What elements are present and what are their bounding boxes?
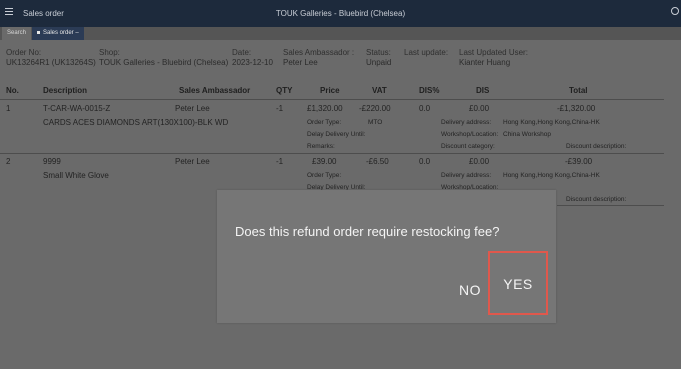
delivery-address-label: Delivery address: — [441, 172, 492, 179]
ambassador-block: Sales Ambassador : Peter Lee — [283, 48, 354, 68]
row-dis: £0.00 — [469, 104, 490, 113]
dialog-message: Does this refund order require restockin… — [235, 224, 500, 239]
date-block: Date: 2023-12-10 — [232, 48, 273, 68]
row-divider — [0, 153, 664, 154]
tab-search[interactable]: Search — [2, 27, 32, 40]
col-total: Total — [569, 86, 588, 95]
col-qty: QTY — [276, 86, 293, 95]
row-no: 1 — [6, 104, 11, 113]
col-no: No. — [6, 86, 19, 95]
ambassador-value: Peter Lee — [283, 58, 318, 67]
row-vat: -£6.50 — [366, 157, 389, 166]
last-user-value: Kianter Huang — [459, 58, 511, 67]
row-price: £1,320.00 — [307, 104, 343, 113]
yes-button[interactable]: YES — [488, 251, 548, 315]
delivery-address-value: Hong Kong,Hong Kong,China-HK — [503, 172, 600, 179]
row-ambassador: Peter Lee — [175, 157, 210, 166]
workshop-value: China Workshop — [503, 131, 551, 138]
row-price: £39.00 — [312, 157, 337, 166]
discount-description-label: Discount description: — [566, 196, 627, 203]
row-code: 9999 — [43, 157, 61, 166]
row-vat: -£220.00 — [359, 104, 391, 113]
shop-block: Shop: TOUK Galleries - Bluebird (Chelsea… — [99, 48, 228, 68]
last-update-block: Last update: — [404, 48, 448, 58]
tab-square-icon — [37, 30, 40, 34]
tab-strip: Search Sales order – — [0, 27, 681, 40]
row-qty: -1 — [276, 157, 284, 166]
title-bar: Sales order TOUK Galleries - Bluebird (C… — [0, 0, 681, 27]
remarks-label: Remarks: — [307, 143, 335, 150]
row-dis-pct: 0.0 — [419, 157, 431, 166]
delivery-address-value: Hong Kong,Hong Kong,China-HK — [503, 119, 600, 126]
row-no: 2 — [6, 157, 11, 166]
order-no-block: Order No: UK13264R1 (UK13264S) — [6, 48, 96, 68]
window-title: TOUK Galleries - Bluebird (Chelsea) — [275, 9, 406, 18]
col-price: Price — [320, 86, 340, 95]
col-description: Description — [43, 86, 88, 95]
row-dis: £0.00 — [469, 157, 490, 166]
row-code: T-CAR-WA-0015-Z — [43, 104, 111, 113]
order-type-label: Order Type: — [307, 172, 342, 179]
col-sales-ambassador: Sales Ambassador — [179, 86, 251, 95]
col-dis: DIS — [476, 86, 490, 95]
shop-label: Shop: — [99, 48, 120, 57]
tab-sales-order-label: Sales order — [43, 30, 74, 36]
delivery-address-label: Delivery address: — [441, 119, 492, 126]
header-divider — [0, 99, 664, 100]
search-icon[interactable] — [671, 7, 679, 15]
row-ambassador: Peter Lee — [175, 104, 210, 113]
last-update-label: Last update: — [404, 48, 449, 57]
workshop-label: Workshop/Location: — [441, 131, 499, 138]
tab-close-icon[interactable]: – — [75, 30, 78, 36]
order-no-value: UK13264R1 (UK13264S) — [6, 58, 96, 67]
discount-category-label: Discount category: — [441, 143, 495, 150]
last-user-block: Last Updated User: Kianter Huang — [459, 48, 528, 68]
status-value: Unpaid — [366, 58, 392, 67]
row-qty: -1 — [276, 104, 284, 113]
discount-description-label: Discount description: — [566, 143, 627, 150]
no-button[interactable]: NO — [459, 282, 481, 298]
row-divider — [557, 205, 664, 206]
last-user-label: Last Updated User: — [459, 48, 528, 57]
ambassador-label: Sales Ambassador : — [283, 48, 355, 57]
col-dis-pct: DIS% — [419, 86, 440, 95]
status-block: Status: Unpaid — [366, 48, 391, 68]
restocking-fee-dialog: Does this refund order require restockin… — [217, 190, 556, 323]
row-total: -£1,320.00 — [557, 104, 596, 113]
tab-sales-order[interactable]: Sales order – — [32, 27, 84, 40]
shop-value: TOUK Galleries - Bluebird (Chelsea) — [99, 58, 229, 67]
date-value: 2023-12-10 — [232, 58, 273, 67]
status-label: Status: — [366, 48, 391, 57]
row-total: -£39.00 — [565, 157, 593, 166]
col-vat: VAT — [372, 86, 387, 95]
date-label: Date: — [232, 48, 252, 57]
row-dis-pct: 0.0 — [419, 104, 431, 113]
delay-label: Delay Delivery Until: — [307, 131, 366, 138]
order-type-value: MTO — [368, 119, 383, 126]
row-desc: Small White Glove — [43, 171, 109, 180]
order-type-label: Order Type: — [307, 119, 342, 126]
row-desc: CARDS ACES DIAMONDS ART(130X100)-BLK WD — [43, 118, 229, 127]
order-no-label: Order No: — [6, 48, 42, 57]
